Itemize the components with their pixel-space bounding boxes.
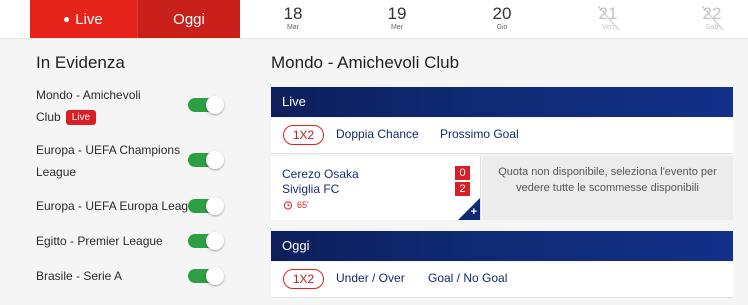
tab-live[interactable]: Live — [30, 0, 137, 38]
toggle-mondo-amichevoli[interactable] — [188, 96, 224, 114]
page-title: Mondo - Amichevoli Club — [271, 53, 460, 72]
sidebar-item-label: Europa - UEFA Champions — [36, 143, 181, 157]
toggle-knob — [206, 96, 224, 114]
divider — [0, 38, 748, 39]
home-team: Cerezo Osaka — [282, 167, 359, 181]
strikethrough-icon — [701, 5, 724, 31]
sidebar-item-label: Club — [36, 110, 61, 124]
market-doppia-chance-button[interactable]: Doppia Chance — [336, 127, 419, 141]
section-header-today: Oggi — [271, 231, 733, 261]
live-badge: Live — [65, 110, 97, 125]
day-number: 20 — [492, 4, 512, 23]
sidebar-title: In Evidenza — [36, 53, 125, 72]
toggle-knob — [206, 232, 224, 250]
day-name: Mar — [286, 24, 300, 31]
sidebar-item-label: Egitto - Premier League — [36, 234, 163, 248]
market-under-over-button[interactable]: Under / Over — [336, 271, 405, 285]
section-header-live: Live — [271, 87, 733, 117]
plus-icon: + — [470, 206, 477, 218]
day-name: Mer — [390, 24, 404, 31]
toggle-knob — [206, 151, 224, 169]
market-goal-no-goal-button[interactable]: Goal / No Goal — [428, 271, 507, 285]
day-number: 18 — [283, 4, 303, 23]
day-name: Gio — [496, 24, 508, 31]
toggle-brasile-serie-a[interactable] — [188, 267, 224, 285]
market-selector-today: 1X2 Under / Over Goal / No Goal — [271, 262, 733, 298]
toggle-champions-league[interactable] — [188, 151, 224, 169]
day-tab-21-disabled: 21 Ven — [583, 4, 633, 33]
toggle-knob — [206, 197, 224, 215]
sidebar-item-label: Brasile - Serie A — [36, 269, 123, 283]
sidebar-item-label: League — [36, 165, 77, 179]
day-tab-18[interactable]: 18 Mar — [268, 4, 318, 33]
market-selector-live: 1X2 Doppia Chance Prossimo Goal — [271, 118, 733, 154]
market-prossimo-goal-button[interactable]: Prossimo Goal — [440, 127, 519, 141]
date-navigation-bar: Live Oggi 18 Mar 19 Mer 20 Gio 21 Ven 22… — [0, 0, 748, 38]
sidebar-item-label: Mondo - Amichevoli — [36, 88, 141, 102]
odds-unavailable-message: Quota non disponibile, seleziona l'event… — [482, 156, 733, 220]
away-score: 2 — [455, 182, 470, 196]
home-score: 0 — [455, 166, 470, 180]
strikethrough-icon — [597, 5, 620, 31]
clock-icon — [283, 201, 293, 210]
toggle-egitto-premier-league[interactable] — [188, 232, 224, 250]
tab-live-label: Live — [75, 10, 103, 28]
day-number: 19 — [387, 4, 407, 23]
day-tab-19[interactable]: 19 Mer — [372, 4, 422, 33]
day-tab-20[interactable]: 20 Gio — [477, 4, 527, 33]
away-team: Siviglia FC — [282, 182, 340, 196]
market-1x2-button[interactable]: 1X2 — [283, 125, 324, 145]
toggle-knob — [206, 267, 224, 285]
tab-today[interactable]: Oggi — [137, 0, 240, 38]
match-time: 65' — [283, 200, 309, 210]
tab-today-label: Oggi — [173, 10, 205, 28]
live-dot-icon — [64, 16, 70, 22]
day-tab-22-disabled: 22 Sab — [687, 4, 737, 33]
sidebar-item-label: Europa - UEFA Europa League — [36, 199, 202, 213]
toggle-europa-league[interactable] — [188, 197, 224, 215]
match-minute: 65' — [297, 200, 309, 210]
event-card[interactable]: Cerezo Osaka Siviglia FC 0 2 65' + — [271, 156, 481, 220]
market-1x2-button[interactable]: 1X2 — [283, 269, 324, 289]
